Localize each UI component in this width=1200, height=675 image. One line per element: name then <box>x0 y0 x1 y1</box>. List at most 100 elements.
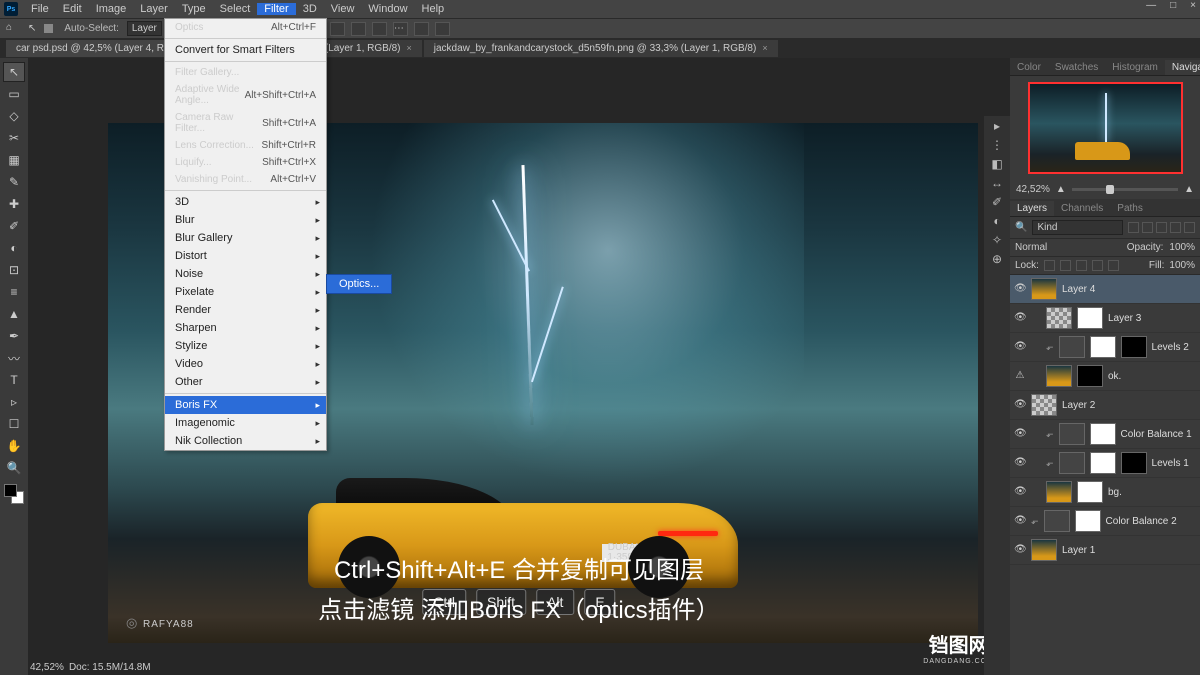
menu-item[interactable]: Blur <box>165 211 326 229</box>
visibility-icon[interactable]: 👁 <box>1014 399 1026 411</box>
tool[interactable]: 🔍 <box>3 458 25 478</box>
lock-icon[interactable] <box>1076 260 1087 271</box>
menu-file[interactable]: File <box>24 3 56 15</box>
tool[interactable]: ✂ <box>3 128 25 148</box>
menu-select[interactable]: Select <box>213 3 258 15</box>
window-maximize[interactable]: □ <box>1170 0 1176 11</box>
panel-tab[interactable]: Histogram <box>1105 60 1165 75</box>
menu-filter[interactable]: Filter <box>257 3 295 15</box>
panel-icon[interactable]: ✐ <box>992 195 1002 209</box>
tool[interactable]: ✒ <box>3 326 25 346</box>
menu-item[interactable]: Stylize <box>165 337 326 355</box>
mode-icon[interactable] <box>435 22 450 36</box>
layer-mask[interactable] <box>1090 336 1116 358</box>
tool[interactable]: ✚ <box>3 194 25 214</box>
panel-icon[interactable]: ◐ <box>993 214 1000 228</box>
menu-item[interactable]: Convert for Smart Filters <box>165 41 326 59</box>
distribute-icon[interactable] <box>351 22 366 36</box>
distribute-icon[interactable] <box>330 22 345 36</box>
panel-tab[interactable]: Color <box>1010 60 1048 75</box>
visibility-icon[interactable]: 👁 <box>1014 457 1026 469</box>
panel-tab[interactable]: Paths <box>1110 201 1150 216</box>
menu-layer[interactable]: Layer <box>133 3 175 15</box>
filter-icon[interactable] <box>1156 222 1167 233</box>
menu-item[interactable]: Pixelate <box>165 283 326 301</box>
layer-name[interactable]: bg. <box>1108 487 1196 498</box>
panel-tab[interactable]: Swatches <box>1048 60 1105 75</box>
layer-name[interactable]: Layer 2 <box>1062 400 1196 411</box>
layer-row[interactable]: 👁 Layer 2 <box>1010 391 1200 420</box>
menu-image[interactable]: Image <box>89 3 134 15</box>
layer-mask[interactable] <box>1077 307 1103 329</box>
panel-tab[interactable]: Layers <box>1010 201 1054 216</box>
panel-tab[interactable]: Navigator <box>1165 60 1200 75</box>
visibility-icon[interactable]: 👁 <box>1014 515 1026 527</box>
layer-row[interactable]: 👁⬐Color Balance 1 <box>1010 420 1200 449</box>
filter-icon[interactable] <box>1128 222 1139 233</box>
tool[interactable]: ✐ <box>3 216 25 236</box>
tool[interactable]: ≡ <box>3 282 25 302</box>
zoom-slider[interactable] <box>1072 188 1178 191</box>
panel-tab[interactable]: Channels <box>1054 201 1110 216</box>
layer-name[interactable]: ok. <box>1108 371 1196 382</box>
navigator-zoom[interactable]: 42,52% ▲ ▲ <box>1010 180 1200 199</box>
menu-item[interactable]: Distort <box>165 247 326 265</box>
tool[interactable]: ▹ <box>3 392 25 412</box>
visibility-icon[interactable]: 👁 <box>1014 341 1026 353</box>
filter-kind[interactable]: Kind <box>1032 220 1123 235</box>
layer-mask[interactable] <box>1121 452 1147 474</box>
layer-row[interactable]: 👁⬐Levels 1 <box>1010 449 1200 478</box>
menu-item[interactable]: Vanishing Point...Alt+Ctrl+V <box>165 171 326 188</box>
layer-mask[interactable] <box>1077 365 1103 387</box>
visibility-icon[interactable]: 👁 <box>1014 428 1026 440</box>
borisfx-submenu[interactable]: Optics... <box>326 274 392 294</box>
layer-mask[interactable] <box>1090 423 1116 445</box>
lock-icon[interactable] <box>1108 260 1119 271</box>
menu-item[interactable]: Lens Correction...Shift+Ctrl+R <box>165 137 326 154</box>
panel-icon[interactable]: ⊕ <box>992 252 1002 266</box>
layer-mask[interactable] <box>1077 481 1103 503</box>
tool[interactable]: ◇ <box>3 106 25 126</box>
layer-row[interactable]: 👁Layer 4 <box>1010 275 1200 304</box>
menu-item[interactable]: Sharpen <box>165 319 326 337</box>
filter-icon[interactable] <box>1142 222 1153 233</box>
menu-item[interactable]: Camera Raw Filter...Shift+Ctrl+A <box>165 109 326 137</box>
layer-row[interactable]: 👁 bg. <box>1010 478 1200 507</box>
visibility-icon[interactable]: 👁 <box>1014 486 1026 498</box>
zoom-in-icon[interactable]: ▲ <box>1184 184 1194 195</box>
layer-name[interactable]: Layer 4 <box>1062 284 1196 295</box>
panel-icon[interactable]: ⋮ <box>991 138 1003 152</box>
menu-item[interactable]: Filter Gallery... <box>165 64 326 81</box>
lock-icon[interactable] <box>1044 260 1055 271</box>
submenu-optics[interactable]: Optics... <box>327 275 391 293</box>
document-tab[interactable]: jackdaw_by_frankandcarystock_d5n59fn.png… <box>424 40 778 57</box>
more-icon[interactable]: ⋯ <box>393 22 408 36</box>
layer-row[interactable]: 👁Layer 3 <box>1010 304 1200 333</box>
distribute-icon[interactable] <box>372 22 387 36</box>
home-icon[interactable]: ⌂ <box>6 22 20 36</box>
close-icon[interactable]: × <box>762 43 767 53</box>
layer-name[interactable]: Layer 1 <box>1062 545 1196 556</box>
filter-menu-dropdown[interactable]: OpticsAlt+Ctrl+F Convert for Smart Filter… <box>164 18 327 451</box>
navigator-thumb[interactable] <box>1028 82 1183 174</box>
lock-icon[interactable] <box>1060 260 1071 271</box>
tool[interactable]: ⊡ <box>3 260 25 280</box>
panel-icon[interactable]: ▸ <box>994 119 1000 133</box>
close-icon[interactable]: × <box>407 43 412 53</box>
menu-item[interactable]: 3D <box>165 193 326 211</box>
layer-name[interactable]: Color Balance 2 <box>1106 516 1196 527</box>
panel-icon[interactable]: ✧ <box>992 233 1002 247</box>
layer-row[interactable]: 👁⬐Color Balance 2 <box>1010 507 1200 536</box>
menu-item[interactable]: Adaptive Wide Angle...Alt+Shift+Ctrl+A <box>165 81 326 109</box>
blend-mode[interactable]: Normal <box>1015 242 1121 253</box>
filter-icon[interactable] <box>1170 222 1181 233</box>
layer-mask[interactable] <box>1075 510 1101 532</box>
menu-item[interactable]: Nik Collection <box>165 432 326 450</box>
tool[interactable]: T <box>3 370 25 390</box>
menu-help[interactable]: Help <box>415 3 452 15</box>
tool[interactable]: 〰 <box>3 348 25 368</box>
menu-item[interactable]: OpticsAlt+Ctrl+F <box>165 19 326 36</box>
panel-icon[interactable]: ◧ <box>991 157 1002 171</box>
kind-icon[interactable]: 🔍 <box>1015 222 1027 233</box>
tool[interactable]: ▭ <box>3 84 25 104</box>
